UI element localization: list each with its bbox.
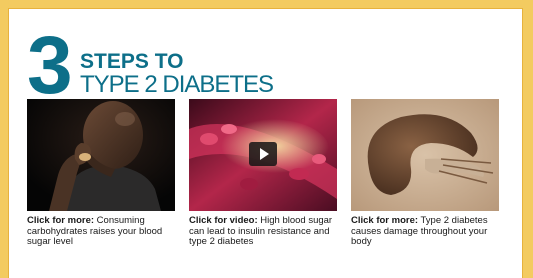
title-line-1: STEPS TO [80,50,184,73]
pancreas-illustration[interactable] [351,99,499,211]
caption-lead-3: Click for more: [351,215,419,226]
step-card-3[interactable]: Click for more: Type 2 diabetes causes d… [351,99,501,248]
big-number-three: 3 [27,20,73,111]
play-icon[interactable] [249,142,277,166]
pancreas-image [351,99,499,211]
title-line-2: TYPE 2 DIABETES [80,71,274,98]
blood-vessel-video[interactable] [189,99,337,211]
step-card-1[interactable]: Click for more: Consuming carbohydrates … [27,99,177,248]
step-caption-2[interactable]: Click for video: High blood sugar can le… [189,215,339,248]
caption-lead-2: Click for video: [189,215,258,226]
step-caption-1[interactable]: Click for more: Consuming carbohydrates … [27,215,177,248]
step-caption-3[interactable]: Click for more: Type 2 diabetes causes d… [351,215,501,248]
caption-lead-1: Click for more: [27,215,95,226]
man-eating-photo[interactable] [27,99,175,211]
infographic-panel: 3 STEPS TO TYPE 2 DIABETES Click for mor… [8,8,523,278]
man-eating-image [27,99,175,211]
step-card-2[interactable]: Click for video: High blood sugar can le… [189,99,339,248]
